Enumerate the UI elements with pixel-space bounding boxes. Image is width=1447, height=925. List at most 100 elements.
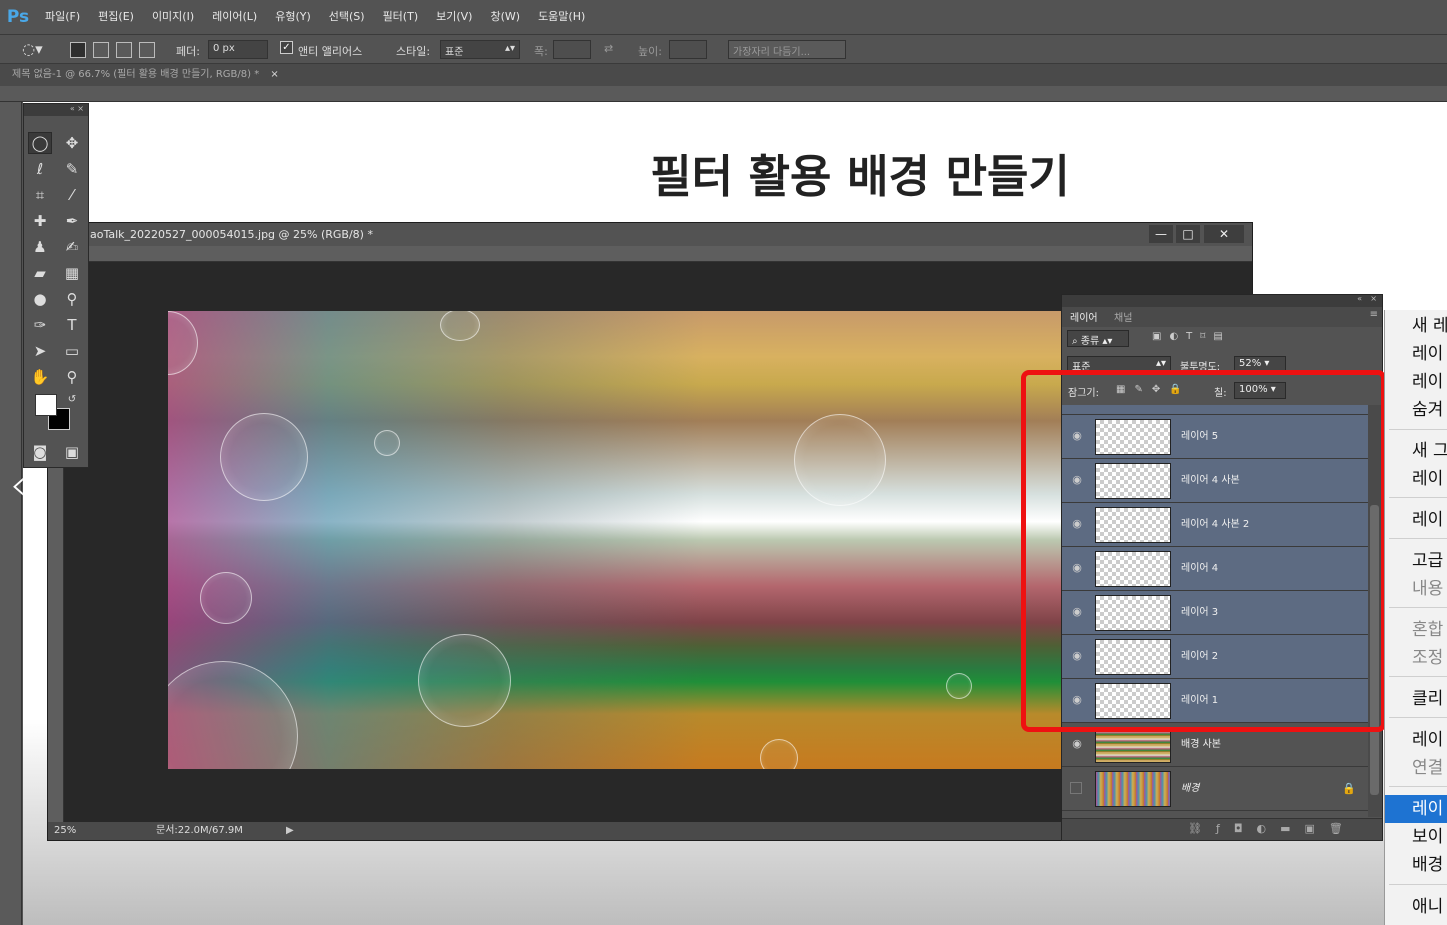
context-menu-item[interactable]: 보이	[1385, 823, 1447, 851]
collapse-icon[interactable]: «	[1357, 294, 1362, 303]
top-ruler	[0, 86, 1447, 102]
width-label: 폭:	[534, 45, 548, 58]
feather-input[interactable]: 0 px	[208, 40, 268, 59]
eyedropper-tool-icon[interactable]: ⁄	[60, 184, 84, 206]
close-panel-icon[interactable]: ×	[1370, 294, 1377, 303]
style-select[interactable]: 표준 ▴▾	[440, 40, 520, 59]
width-input[interactable]	[553, 40, 591, 59]
minimize-button[interactable]: —	[1149, 225, 1173, 243]
context-menu-item[interactable]: 새 그	[1385, 437, 1447, 465]
menu-separator	[1389, 607, 1447, 608]
elliptical-marquee-icon[interactable]: ◌▾	[22, 40, 43, 58]
quick-mask-icon[interactable]: ◙	[28, 441, 52, 463]
app-logo: Ps	[6, 7, 30, 27]
antialias-checkbox[interactable]: ✓	[280, 41, 293, 54]
move-tool-icon[interactable]: ✥	[60, 132, 84, 154]
bubble	[418, 634, 511, 727]
tab-channels[interactable]: 채널	[1114, 309, 1132, 324]
refine-edge-button[interactable]: 가장자리 다듬기...	[728, 40, 846, 59]
filter-icons[interactable]: ▣◐T⌑▤	[1152, 331, 1231, 342]
add-selection-icon[interactable]	[93, 42, 109, 58]
layer-filter-select[interactable]: ⌕ 종류 ▴▾	[1067, 330, 1129, 347]
toolbox-header[interactable]: « ×	[24, 104, 88, 116]
menu-file[interactable]: 파일(F)	[36, 0, 89, 34]
swap-colors-icon[interactable]: ↺	[60, 388, 84, 410]
context-menu-item[interactable]: 레이	[1385, 506, 1447, 534]
menu-filter[interactable]: 필터(T)	[374, 0, 428, 34]
maximize-button[interactable]: □	[1176, 225, 1200, 243]
menu-separator	[1389, 717, 1447, 718]
layer-row[interactable]: 배경 🔒	[1062, 767, 1370, 811]
swap-icon[interactable]: ⇄	[604, 42, 613, 55]
tab-layers[interactable]: 레이어	[1070, 309, 1098, 324]
back-chevron-icon[interactable]: ‹	[10, 460, 27, 509]
color-blend	[168, 311, 1061, 769]
context-menu-item[interactable]: 레이	[1385, 726, 1447, 754]
context-menu-item[interactable]: 고급	[1385, 547, 1447, 575]
close-window-button[interactable]: ✕	[1204, 225, 1244, 243]
context-menu-item[interactable]: 레이	[1385, 465, 1447, 493]
pen-tool-icon[interactable]: ✑	[28, 314, 52, 336]
intersect-selection-icon[interactable]	[139, 42, 155, 58]
context-menu-item[interactable]: 배경	[1385, 851, 1447, 879]
clone-stamp-tool-icon[interactable]: ♟	[28, 236, 52, 258]
history-brush-tool-icon[interactable]: ✍	[60, 236, 84, 258]
menu-select[interactable]: 선택(S)	[320, 0, 374, 34]
menu-view[interactable]: 보기(V)	[427, 0, 481, 34]
menu-image[interactable]: 이미지(I)	[143, 0, 203, 34]
menu-edit[interactable]: 편집(E)	[89, 0, 143, 34]
context-menu-item[interactable]: 애니	[1385, 893, 1447, 921]
context-menu-item[interactable]: 조정	[1385, 644, 1447, 672]
panel-menu-icon[interactable]: ≡	[1370, 309, 1378, 320]
close-tab-icon[interactable]: ×	[270, 69, 278, 80]
brush-tool-icon[interactable]: ✒	[60, 210, 84, 232]
context-menu-item[interactable]: 연결	[1385, 754, 1447, 782]
path-select-tool-icon[interactable]: ➤	[28, 340, 52, 362]
menu-separator	[1389, 538, 1447, 539]
height-input[interactable]	[669, 40, 707, 59]
status-arrow-icon[interactable]: ▶	[286, 822, 294, 840]
context-menu-item[interactable]: 숨겨	[1385, 396, 1447, 424]
shape-tool-icon[interactable]: ▭	[60, 340, 84, 362]
foreground-color-swatch[interactable]	[35, 394, 57, 416]
doc-size: 문서:22.0M/67.9M	[156, 825, 243, 836]
menu-layer[interactable]: 레이어(L)	[203, 0, 266, 34]
antialias-label: 앤티 앨리어스	[298, 45, 363, 58]
menu-separator	[1389, 786, 1447, 787]
healing-brush-tool-icon[interactable]: ✚	[28, 210, 52, 232]
context-menu-item[interactable]: 클리	[1385, 685, 1447, 713]
elliptical-marquee-tool-icon[interactable]: ◯	[28, 132, 52, 154]
quick-select-tool-icon[interactable]: ✎	[60, 158, 84, 180]
context-menu-item-highlighted[interactable]: 레이	[1385, 795, 1447, 823]
subtract-selection-icon[interactable]	[116, 42, 132, 58]
menu-type[interactable]: 유형(Y)	[266, 0, 320, 34]
dodge-tool-icon[interactable]: ⚲	[60, 288, 84, 310]
context-menu-item[interactable]: 혼합	[1385, 616, 1447, 644]
menu-bar: Ps 파일(F) 편집(E) 이미지(I) 레이어(L) 유형(Y) 선택(S)…	[0, 0, 1447, 34]
menu-window[interactable]: 창(W)	[481, 0, 529, 34]
toolbox: « × ◯ ✥ ℓ ✎ ⌗ ⁄ ✚ ✒ ♟ ✍ ▰ ▦ ● ⚲ ✑ T ➤ ▭ …	[23, 103, 89, 468]
gradient-tool-icon[interactable]: ▦	[60, 262, 84, 284]
eye-icon[interactable]: ◉	[1070, 737, 1084, 751]
context-menu-item[interactable]: 내용	[1385, 575, 1447, 603]
blur-tool-icon[interactable]: ●	[28, 288, 52, 310]
hand-tool-icon[interactable]: ✋	[28, 366, 52, 388]
menu-separator	[1389, 497, 1447, 498]
document-tab[interactable]: 제목 없음-1 @ 66.7% (필터 활용 배경 만들기, RGB/8) * …	[0, 64, 1447, 86]
context-menu-item[interactable]: 레이	[1385, 368, 1447, 396]
menu-separator	[1389, 884, 1447, 885]
zoom-value[interactable]: 25%	[54, 822, 76, 840]
type-tool-icon[interactable]: T	[60, 314, 84, 336]
visibility-toggle[interactable]	[1070, 782, 1082, 794]
context-menu-item[interactable]: 레이	[1385, 340, 1447, 368]
lasso-tool-icon[interactable]: ℓ	[28, 158, 52, 180]
menu-help[interactable]: 도움말(H)	[529, 0, 594, 34]
screen-mode-icon[interactable]: ▣	[60, 441, 84, 463]
options-bar: ◌▾ 페더: 0 px ✓ 앤티 앨리어스 스타일: 표준 ▴▾ 폭: ⇄ 높이:…	[0, 34, 1447, 64]
zoom-tool-icon[interactable]: ⚲	[60, 366, 84, 388]
new-selection-icon[interactable]	[70, 42, 86, 58]
eraser-tool-icon[interactable]: ▰	[28, 262, 52, 284]
crop-tool-icon[interactable]: ⌗	[28, 184, 52, 206]
panel-footer-icons[interactable]: ⛓ƒ◘◐▬▣🗑	[1188, 822, 1357, 835]
context-menu-item[interactable]: 새 레	[1385, 312, 1447, 340]
